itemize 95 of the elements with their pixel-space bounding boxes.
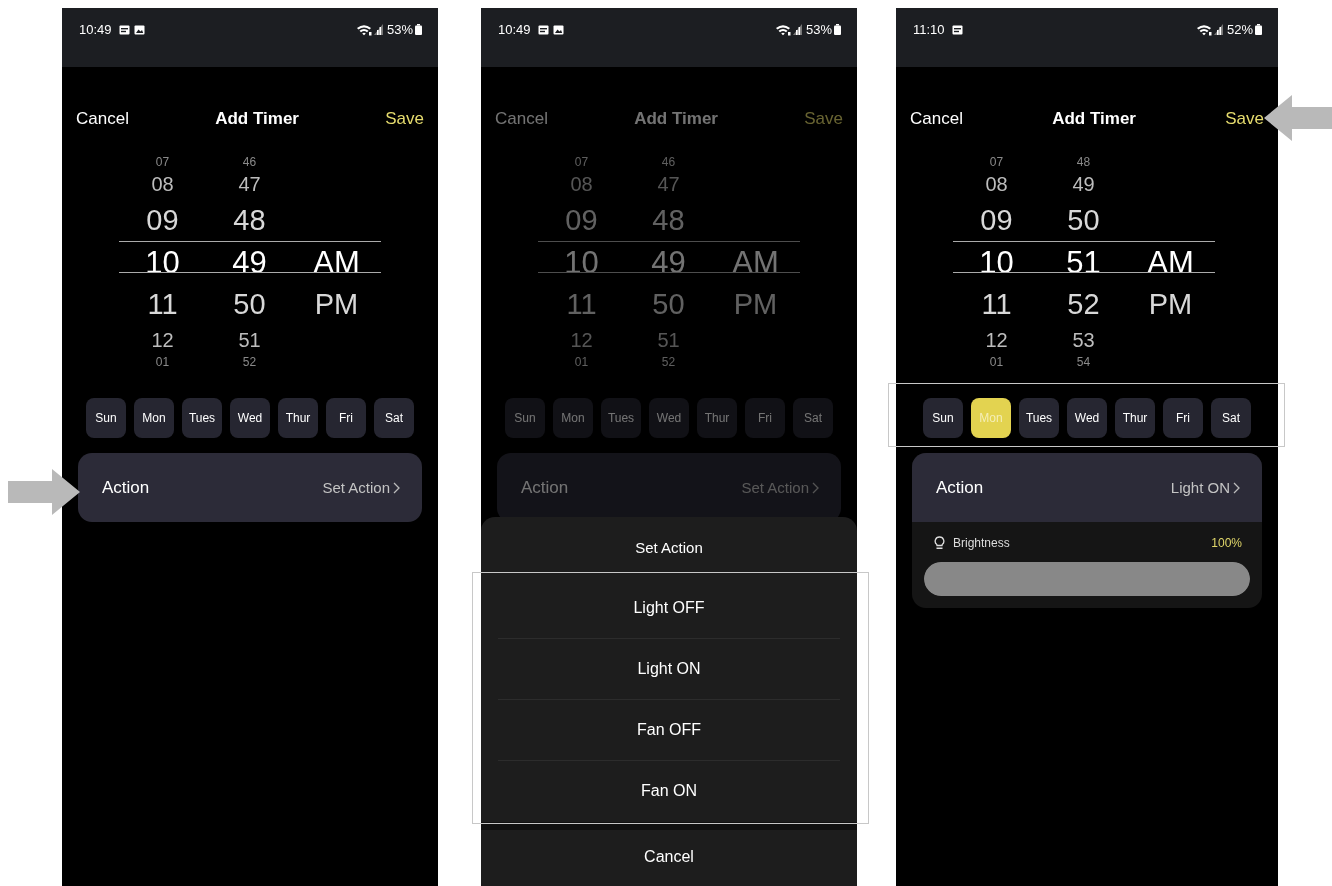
wifi-icon [774,23,791,36]
screen-title: Add Timer [1052,109,1136,129]
day-toggle[interactable]: Thur [1115,398,1155,438]
picker-value[interactable]: 11 [981,289,1012,319]
picker-value[interactable]: 07 [155,156,170,168]
action-row[interactable]: Action Set Action [78,453,422,522]
day-toggle[interactable]: Thur [697,398,737,438]
chevron-right-icon [812,481,819,494]
action-option[interactable]: Light OFF [498,577,840,638]
picker-value[interactable]: 52 [242,356,257,368]
picker-value[interactable]: 11 [147,289,178,319]
day-toggle[interactable]: Mon [553,398,593,438]
notification-note-icon [951,24,963,35]
battery-icon [415,24,422,35]
picker-value[interactable]: 07 [989,156,1004,168]
picker-value[interactable]: 52 [1067,289,1100,319]
day-toggle[interactable]: Fri [745,398,785,438]
day-toggle[interactable]: Wed [1067,398,1107,438]
cancel-button[interactable]: Cancel [910,109,963,129]
sheet-title: Set Action [634,537,704,558]
day-toggle[interactable]: Fri [326,398,366,438]
save-button[interactable]: Save [385,109,424,129]
cancel-button[interactable]: Cancel [495,109,548,129]
day-toggle[interactable]: Sun [86,398,126,438]
battery-percent: 53% [805,22,832,37]
save-button[interactable]: Save [1225,109,1264,129]
day-toggle[interactable]: Wed [230,398,270,438]
picker-value[interactable]: 49 [232,246,267,278]
picker-value[interactable]: 01 [155,356,170,368]
day-toggle[interactable]: Tues [1019,398,1059,438]
lightbulb-icon [934,536,945,550]
picker-value[interactable]: PM [1148,289,1193,319]
picker-value[interactable]: 48 [1076,156,1091,168]
signal-icon [1213,24,1223,35]
day-toggle[interactable]: Tues [601,398,641,438]
picker-value[interactable]: AM [313,246,360,278]
picker-value[interactable]: 53 [1072,330,1095,350]
notification-note-icon [118,24,130,35]
picker-value[interactable]: 08 [985,174,1008,194]
notification-picture-icon [552,24,564,35]
picker-value[interactable]: AM [732,246,779,278]
brightness-label: Brightness [953,536,1011,550]
picker-value[interactable]: PM [314,289,359,319]
picker-value[interactable]: 09 [146,205,179,235]
screen-title: Add Timer [215,109,299,129]
brightness-reading: 100% [1211,536,1242,550]
battery-icon [1255,24,1262,35]
picker-value[interactable]: 51 [238,330,261,350]
chevron-right-icon [1233,481,1240,494]
day-toggle[interactable]: Sat [374,398,414,438]
save-button[interactable]: Save [804,109,843,129]
action-option[interactable]: Fan OFF [498,699,840,760]
cancel-button[interactable]: Cancel [76,109,129,129]
clock-time: 10:49 [79,22,112,37]
wifi-icon [1195,23,1212,36]
battery-percent: 52% [1226,22,1253,37]
sheet-cancel-button[interactable]: Cancel [481,830,857,886]
wifi-icon [355,23,372,36]
day-toggle[interactable]: Tues [182,398,222,438]
signal-icon [792,24,802,35]
picker-value[interactable]: 09 [980,205,1013,235]
picker-value[interactable]: AM [1147,246,1194,278]
day-toggle[interactable]: Sun [505,398,545,438]
picker-value[interactable]: 46 [242,156,257,168]
picker-value[interactable]: 47 [238,174,261,194]
notification-note-icon [537,24,549,35]
picker-value[interactable]: 48 [233,205,266,235]
action-option[interactable]: Fan ON [498,760,840,821]
picker-value[interactable]: 12 [151,330,174,350]
screen-title: Add Timer [634,109,718,129]
chevron-right-icon [393,481,400,494]
action-option[interactable]: Light ON [498,638,840,699]
action-row[interactable]: Action Light ON [912,453,1262,522]
picker-value[interactable]: 08 [151,174,174,194]
picker-value[interactable]: 49 [651,246,686,278]
picker-value[interactable]: 01 [989,356,1004,368]
battery-icon [834,24,841,35]
picker-value[interactable]: 54 [1076,356,1091,368]
battery-percent: 53% [386,22,413,37]
picker-value[interactable]: 50 [1067,205,1100,235]
day-toggle[interactable]: Thur [278,398,318,438]
clock-time: 10:49 [498,22,531,37]
clock-time: 11:10 [913,22,945,37]
picker-value[interactable]: 49 [1072,174,1095,194]
day-toggle[interactable]: Sun [923,398,963,438]
picker-value[interactable]: 12 [985,330,1008,350]
day-toggle[interactable]: Sat [793,398,833,438]
day-toggle[interactable]: Sat [1211,398,1251,438]
day-toggle[interactable]: Fri [1163,398,1203,438]
picker-value[interactable]: 50 [233,289,266,319]
day-toggle[interactable]: Mon [134,398,174,438]
day-toggle[interactable]: Wed [649,398,689,438]
signal-icon [373,24,383,35]
notification-picture-icon [133,24,145,35]
brightness-slider[interactable] [924,562,1250,596]
